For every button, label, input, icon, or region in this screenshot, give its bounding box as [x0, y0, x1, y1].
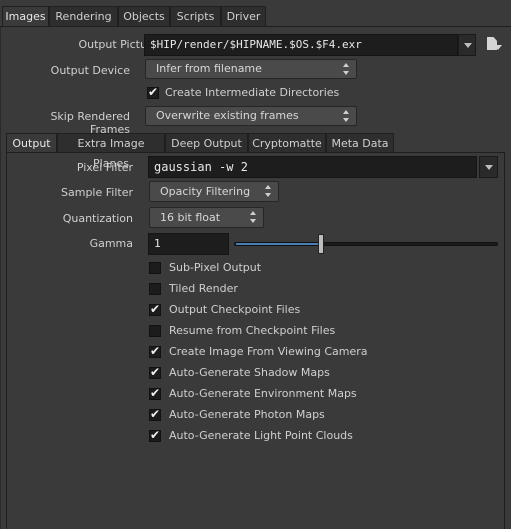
option-checkbox-label: Output Checkpoint Files: [169, 303, 301, 316]
option-checkbox-label: Auto-Generate Shadow Maps: [169, 366, 330, 379]
sample-filter-value: Opacity Filtering: [160, 185, 251, 198]
option-checkbox-label: Auto-Generate Photon Maps: [169, 408, 325, 421]
option-checkbox[interactable]: [149, 262, 161, 274]
tab-driver[interactable]: Driver: [221, 6, 266, 26]
option-checkbox-label: Tiled Render: [169, 282, 238, 295]
option-checkbox[interactable]: [149, 365, 161, 379]
option-checkbox-label: Auto-Generate Light Point Clouds: [169, 429, 353, 442]
option-checkbox[interactable]: [149, 325, 161, 337]
up-down-arrows-icon: [250, 211, 257, 223]
quantization-label: Quantization: [62, 212, 133, 225]
create-dirs-checkbox[interactable]: [147, 85, 159, 99]
up-down-arrows-icon: [265, 185, 272, 197]
option-checkbox[interactable]: [149, 302, 161, 316]
up-down-arrows-icon: [343, 63, 350, 75]
tab-rendering[interactable]: Rendering: [49, 6, 118, 26]
gamma-slider-handle[interactable]: [318, 234, 324, 254]
option-checkbox[interactable]: [149, 283, 161, 295]
tab-meta-data[interactable]: Meta Data: [326, 133, 394, 153]
gamma-slider[interactable]: [234, 242, 498, 246]
tab-extra-image-planes[interactable]: Extra Image Planes: [57, 133, 165, 170]
option-checkbox-label: Auto-Generate Environment Maps: [169, 387, 357, 400]
quantization-value: 16 bit float: [160, 211, 221, 224]
top-tab-bar: Images Rendering Objects Scripts Driver: [0, 6, 511, 27]
sample-filter-label: Sample Filter: [61, 186, 133, 199]
pixel-filter-field[interactable]: gaussian -w 2: [148, 156, 477, 178]
tab-scripts[interactable]: Scripts: [170, 6, 221, 26]
tab-images[interactable]: Images: [2, 6, 49, 27]
create-dirs-label: Create Intermediate Directories: [165, 86, 340, 99]
option-checkbox-label: Sub-Pixel Output: [169, 261, 262, 274]
tab-objects[interactable]: Objects: [118, 6, 170, 26]
up-down-arrows-icon: [343, 110, 350, 122]
quantization-menu[interactable]: 16 bit float: [149, 207, 264, 228]
option-checkbox-label: Create Image From Viewing Camera: [169, 345, 368, 358]
skip-rendered-value: Overwrite existing frames: [156, 109, 299, 122]
gamma-field[interactable]: 1: [148, 233, 229, 255]
option-checkbox[interactable]: [149, 407, 161, 421]
output-picture-dropdown[interactable]: [458, 34, 476, 56]
output-device-label: Output Device: [50, 64, 130, 77]
pixel-filter-label: Pixel Filter: [76, 161, 133, 174]
option-checkbox[interactable]: [149, 428, 161, 442]
skip-rendered-menu[interactable]: Overwrite existing frames: [145, 106, 357, 126]
output-picture-field[interactable]: $HIP/render/$HIPNAME.$OS.$F4.exr: [144, 34, 458, 56]
pixel-filter-dropdown[interactable]: [479, 156, 498, 178]
gamma-label: Gamma: [89, 237, 133, 250]
tab-deep-output[interactable]: Deep Output: [165, 133, 248, 153]
tab-divider: [0, 26, 511, 27]
tab-cryptomatte[interactable]: Cryptomatte: [248, 133, 326, 153]
output-picture-label: Output Picture: [78, 38, 158, 51]
option-checkbox[interactable]: [149, 386, 161, 400]
output-device-menu[interactable]: Infer from filename: [145, 59, 357, 79]
gamma-slider-fill: [236, 243, 321, 245]
tab-output[interactable]: Output: [6, 133, 57, 153]
sample-filter-menu[interactable]: Opacity Filtering: [149, 181, 279, 202]
option-checkbox-label: Resume from Checkpoint Files: [169, 324, 336, 337]
option-checkbox[interactable]: [149, 344, 161, 358]
output-device-value: Infer from filename: [156, 62, 262, 75]
